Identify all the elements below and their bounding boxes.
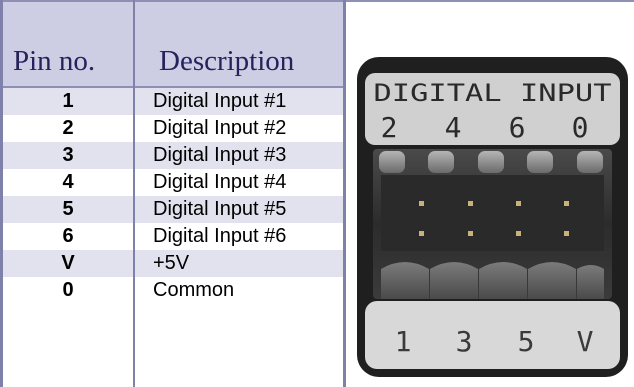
latch-bump bbox=[527, 151, 553, 173]
pin-contact bbox=[564, 201, 569, 206]
table-left-rule bbox=[0, 0, 3, 387]
connector-top-pin: 4 bbox=[445, 111, 462, 144]
ridge bbox=[479, 262, 527, 299]
description-cell: Digital Input #3 bbox=[153, 144, 287, 166]
pin-contact bbox=[419, 201, 424, 206]
latch-bump bbox=[379, 151, 405, 173]
connector-label: DIGITAL INPUT bbox=[374, 79, 612, 107]
description-cell: Digital Input #1 bbox=[153, 90, 287, 112]
table-row: 1 Digital Input #1 bbox=[3, 86, 343, 115]
bottom-ridges bbox=[381, 262, 604, 299]
latch-bump bbox=[428, 151, 454, 173]
description-cell: Digital Input #5 bbox=[153, 198, 287, 220]
connector-image: DIGITAL INPUT 2 4 6 0 1 3 5 V bbox=[355, 55, 630, 379]
pin-cell: 6 bbox=[62, 225, 74, 247]
connector-top-pin: 0 bbox=[572, 111, 589, 144]
table-row: 3 Digital Input #3 bbox=[3, 142, 343, 169]
pin-cell: 0 bbox=[62, 279, 74, 301]
header-pin-no: Pin no. bbox=[13, 45, 96, 77]
connector-bottom-pin: 3 bbox=[456, 325, 473, 358]
pin-table: Pin no. Description 1 Digital Input #1 2… bbox=[0, 0, 346, 387]
connector-bottom-pin: V bbox=[577, 325, 594, 358]
pin-cell: 2 bbox=[62, 117, 74, 139]
description-cell: +5V bbox=[153, 252, 190, 274]
description-cell: Digital Input #4 bbox=[153, 171, 287, 193]
table-right-rule bbox=[343, 0, 346, 387]
pin-contact bbox=[468, 201, 473, 206]
pin-contact bbox=[516, 231, 521, 236]
ridge bbox=[577, 265, 604, 299]
description-cell: Common bbox=[153, 279, 235, 301]
table-row: 4 Digital Input #4 bbox=[3, 169, 343, 196]
ridge bbox=[430, 262, 478, 299]
pin-contact bbox=[516, 201, 521, 206]
pin-cell: 4 bbox=[62, 171, 74, 193]
ridge bbox=[528, 262, 576, 299]
connector-bottom-pin: 5 bbox=[518, 325, 535, 358]
table-row: 6 Digital Input #6 bbox=[3, 223, 343, 250]
description-cell: Digital Input #6 bbox=[153, 225, 287, 247]
table-row: 0 Common bbox=[3, 277, 343, 304]
connector-bottom-pin: 1 bbox=[395, 325, 412, 358]
pin-cavity bbox=[381, 175, 604, 251]
pin-cell: 3 bbox=[62, 144, 74, 166]
description-cell: Digital Input #2 bbox=[153, 117, 287, 139]
table-row: 5 Digital Input #5 bbox=[3, 196, 343, 223]
connector-top-pin: 6 bbox=[509, 111, 526, 144]
table-header: Pin no. Description bbox=[3, 2, 343, 86]
table-row: V +5V bbox=[3, 250, 343, 277]
pin-cell: V bbox=[61, 252, 75, 274]
header-description: Description bbox=[159, 45, 295, 77]
latch-bump bbox=[478, 151, 504, 173]
ridge bbox=[381, 262, 429, 299]
pin-contact bbox=[419, 231, 424, 236]
pin-cell: 1 bbox=[62, 90, 74, 112]
table-row: 2 Digital Input #2 bbox=[3, 115, 343, 142]
pin-cell: 5 bbox=[62, 198, 74, 220]
pin-contact bbox=[564, 231, 569, 236]
latch-bump bbox=[577, 151, 603, 173]
table-column-rule bbox=[133, 0, 135, 387]
pin-contact bbox=[468, 231, 473, 236]
connector-top-pin: 2 bbox=[381, 111, 398, 144]
